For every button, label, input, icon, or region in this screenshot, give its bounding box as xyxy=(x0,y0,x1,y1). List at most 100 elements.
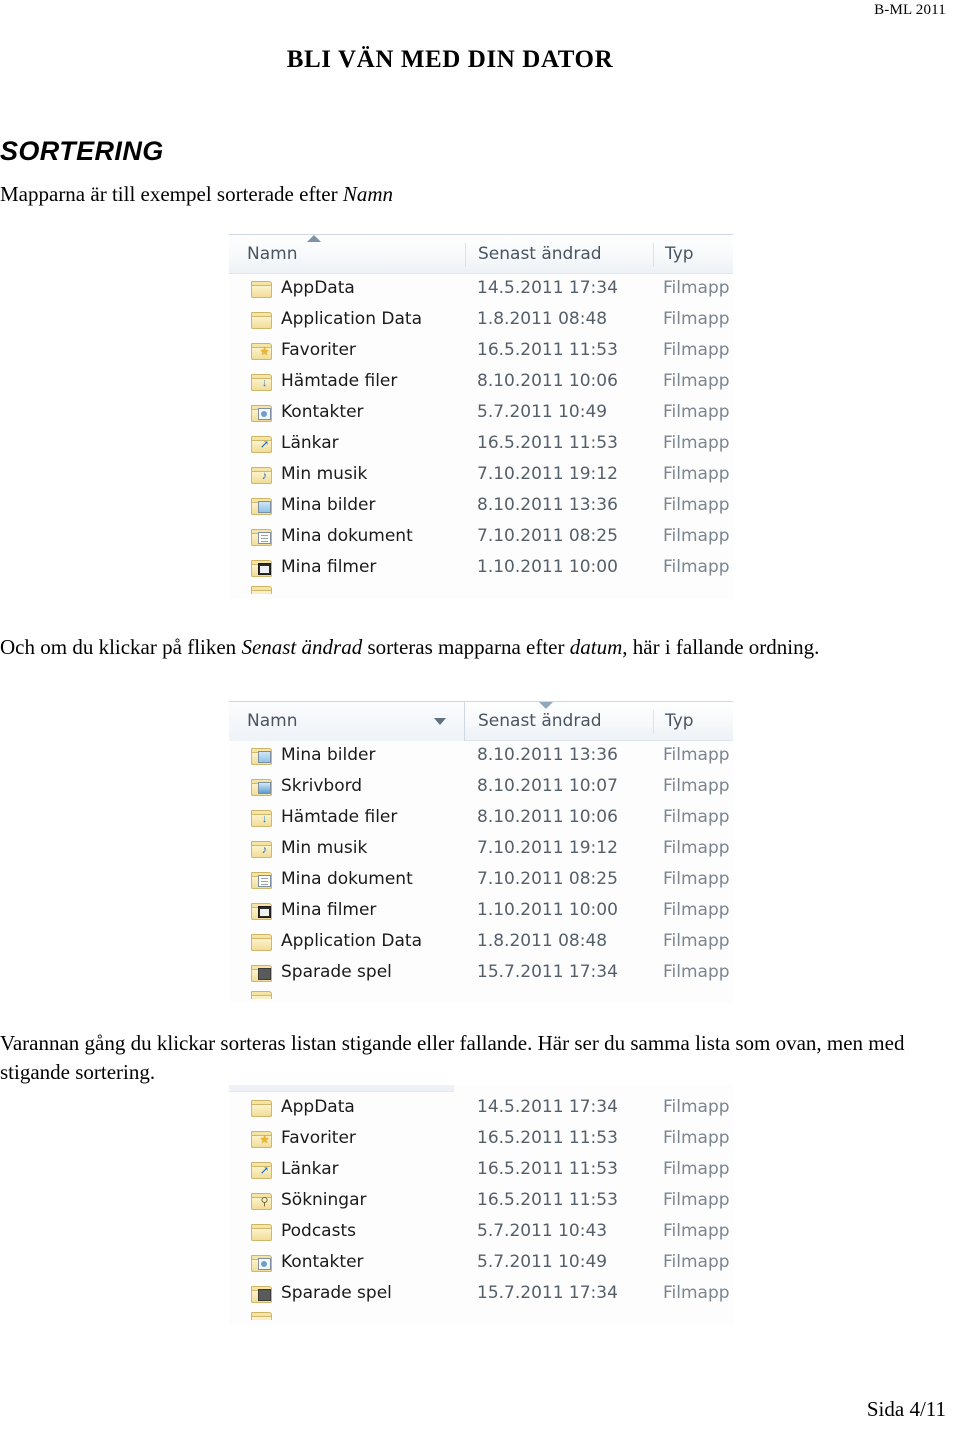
file-type: Filmapp xyxy=(663,340,730,360)
table-row[interactable]: Sparade spel 15.7.2011 17:34 Filmapp xyxy=(229,958,733,989)
folder-search-icon: ⚲ xyxy=(251,1193,272,1210)
folder-film-icon xyxy=(251,560,272,577)
column-header-name[interactable]: Namn xyxy=(247,244,297,264)
table-row[interactable]: Mina bilder 8.10.2011 13:36 Filmapp xyxy=(229,491,733,522)
table-row[interactable]: Mina dokument 7.10.2011 08:25 Filmapp xyxy=(229,865,733,896)
file-type: Filmapp xyxy=(663,1221,730,1241)
folder-contact-icon xyxy=(251,1255,272,1272)
table-row[interactable]: ⚲ Sökningar 16.5.2011 11:53 Filmapp xyxy=(229,1186,733,1217)
file-type: Filmapp xyxy=(663,1283,730,1303)
file-modified: 1.10.2011 10:00 xyxy=(477,900,618,920)
table-row[interactable]: ↓ Hämtade filer 8.10.2011 10:06 Filmapp xyxy=(229,803,733,834)
document-page: B-ML 2011 BLI VÄN MED DIN DATOR SORTERIN… xyxy=(0,0,960,1430)
file-modified: 8.10.2011 10:06 xyxy=(477,807,618,827)
table-row-partial xyxy=(229,1310,733,1320)
folder-front xyxy=(251,1228,272,1241)
folder-plain-icon xyxy=(251,991,272,999)
file-name: Kontakter xyxy=(281,1252,364,1272)
file-name: Mina filmer xyxy=(281,900,377,920)
folder-badge xyxy=(258,875,271,887)
table-row[interactable]: Kontakter 5.7.2011 10:49 Filmapp xyxy=(229,1248,733,1279)
folder-badge: ↓ xyxy=(261,377,268,389)
table-row[interactable]: Sparade spel 15.7.2011 17:34 Filmapp xyxy=(229,1279,733,1310)
file-list-sorted-by-date-descending: Namn Senast ändrad Typ Mina bilder 8.10.2… xyxy=(229,701,733,1003)
file-name: Skrivbord xyxy=(281,776,363,796)
folder-desktop-icon xyxy=(251,779,272,796)
table-row[interactable]: Mina filmer 1.10.2011 10:00 Filmapp xyxy=(229,896,733,927)
file-modified: 16.5.2011 11:53 xyxy=(477,1190,618,1210)
sort-descending-arrow-icon xyxy=(539,702,553,709)
file-name: Kontakter xyxy=(281,402,364,422)
table-row[interactable]: Mina bilder 8.10.2011 13:36 Filmapp xyxy=(229,741,733,772)
page-footer: Sida 4/11 xyxy=(866,1397,946,1421)
file-modified: 5.7.2011 10:49 xyxy=(477,402,608,422)
folder-badge: ↓ xyxy=(261,813,268,825)
folder-front xyxy=(251,285,272,298)
chevron-down-icon[interactable] xyxy=(434,718,446,725)
file-modified: 16.5.2011 11:53 xyxy=(477,1128,618,1148)
table-row[interactable]: Kontakter 5.7.2011 10:49 Filmapp xyxy=(229,398,733,429)
column-header-modified[interactable]: Senast ändrad xyxy=(478,244,602,264)
file-type: Filmapp xyxy=(663,931,730,951)
file-name: AppData xyxy=(281,1097,355,1117)
file-type: Filmapp xyxy=(663,1097,730,1117)
file-modified: 15.7.2011 17:34 xyxy=(477,1283,618,1303)
file-name: Länkar xyxy=(281,433,339,453)
column-divider xyxy=(653,710,654,734)
paragraph-date-sort-b: sorteras mapparna efter xyxy=(362,635,570,659)
table-row[interactable]: Application Data 1.8.2011 08:48 Filmapp xyxy=(229,927,733,958)
column-header-type[interactable]: Typ xyxy=(665,711,694,731)
table-row[interactable]: ♪ Min musik 7.10.2011 19:12 Filmapp xyxy=(229,460,733,491)
file-modified: 7.10.2011 08:25 xyxy=(477,526,618,546)
table-row[interactable]: AppData 14.5.2011 17:34 Filmapp xyxy=(229,274,733,305)
file-list-sorted-by-date-ascending: AppData 14.5.2011 17:34 Filmapp ★ Favoriter 1… xyxy=(229,1085,733,1325)
table-row[interactable]: ↗ Länkar 16.5.2011 11:53 Filmapp xyxy=(229,1155,733,1186)
file-type: Filmapp xyxy=(663,309,730,329)
file-type: Filmapp xyxy=(663,433,730,453)
folder-plain-icon xyxy=(251,312,272,329)
table-row[interactable]: ★ Favoriter 16.5.2011 11:53 Filmapp xyxy=(229,336,733,367)
folder-star-icon: ★ xyxy=(251,343,272,360)
folder-star-icon: ★ xyxy=(251,1131,272,1148)
table-row[interactable]: AppData 14.5.2011 17:34 Filmapp xyxy=(229,1093,733,1124)
table-row[interactable]: Application Data 1.8.2011 08:48 Filmapp xyxy=(229,305,733,336)
folder-plain-icon xyxy=(251,1100,272,1117)
folder-front xyxy=(251,1104,272,1117)
table-row[interactable]: Mina dokument 7.10.2011 08:25 Filmapp xyxy=(229,522,733,553)
column-header-name[interactable]: Namn xyxy=(247,711,297,731)
folder-music-icon: ♪ xyxy=(251,467,272,484)
file-type: Filmapp xyxy=(663,1190,730,1210)
folder-game-icon xyxy=(251,1286,272,1303)
table-row[interactable]: ♪ Min musik 7.10.2011 19:12 Filmapp xyxy=(229,834,733,865)
folder-link-icon: ↗ xyxy=(251,436,272,453)
file-type: Filmapp xyxy=(663,402,730,422)
folder-badge: ★ xyxy=(259,1134,270,1146)
file-modified: 8.10.2011 13:36 xyxy=(477,495,618,515)
table-row[interactable]: ↓ Hämtade filer 8.10.2011 10:06 Filmapp xyxy=(229,367,733,398)
column-header-type[interactable]: Typ xyxy=(665,244,694,264)
file-type: Filmapp xyxy=(663,464,730,484)
table-row[interactable]: Skrivbord 8.10.2011 10:07 Filmapp xyxy=(229,772,733,803)
table-row[interactable]: ★ Favoriter 16.5.2011 11:53 Filmapp xyxy=(229,1124,733,1155)
file-name: Länkar xyxy=(281,1159,339,1179)
paragraph-date-sort-a: Och om du klickar på fliken xyxy=(0,635,242,659)
file-modified: 7.10.2011 08:25 xyxy=(477,869,618,889)
folder-link-icon: ↗ xyxy=(251,1162,272,1179)
file-type: Filmapp xyxy=(663,371,730,391)
file-type: Filmapp xyxy=(663,869,730,889)
folder-game-icon xyxy=(251,965,272,982)
file-type: Filmapp xyxy=(663,1128,730,1148)
file-modified: 1.8.2011 08:48 xyxy=(477,931,608,951)
folder-badge xyxy=(258,782,271,794)
table-row[interactable]: ↗ Länkar 16.5.2011 11:53 Filmapp xyxy=(229,429,733,460)
folder-badge xyxy=(258,563,271,575)
column-divider xyxy=(465,243,466,267)
table-row[interactable]: Podcasts 5.7.2011 10:43 Filmapp xyxy=(229,1217,733,1248)
file-name: Podcasts xyxy=(281,1221,356,1241)
file-name: Mina bilder xyxy=(281,495,376,515)
column-header-modified[interactable]: Senast ändrad xyxy=(478,711,602,731)
column-header-row: Namn Senast ändrad Typ xyxy=(229,701,733,741)
file-name: Min musik xyxy=(281,838,368,858)
file-name: Sökningar xyxy=(281,1190,367,1210)
table-row[interactable]: Mina filmer 1.10.2011 10:00 Filmapp xyxy=(229,553,733,584)
